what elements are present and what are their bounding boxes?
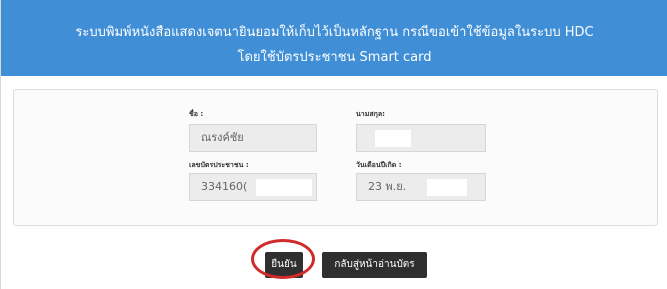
first-name-field[interactable]: ณรงค์ชัย	[189, 124, 317, 152]
redaction-mask	[256, 179, 312, 196]
page-frame: ระบบพิมพ์หนังสือแสดงเจตนายินยอมให้เก็บไว…	[0, 0, 667, 289]
header-title-line2: โดยใช้บัตรประชาชน Smart card	[237, 50, 432, 65]
back-to-card-reader-button[interactable]: กลับสู่หน้าอ่านบัตร	[322, 252, 427, 278]
header-title-line1: ระบบพิมพ์หนังสือแสดงเจตนายินยอมให้เก็บไว…	[75, 25, 594, 40]
birthdate-field[interactable]: 23 พ.ย.	[356, 173, 486, 201]
redaction-mask	[375, 130, 411, 147]
last-name-label: นามสกุล:	[356, 110, 385, 118]
card-info-panel: ชื่อ : ณรงค์ชัย นามสกุล: เลขบัตรประชาชน …	[13, 89, 658, 226]
first-name-value: ณรงค์ชัย	[201, 131, 244, 144]
last-name-field[interactable]	[356, 124, 486, 152]
id-number-value: 334160(	[201, 180, 248, 193]
redaction-mask	[427, 179, 467, 196]
birthdate-label: วันเดือนปีเกิด :	[356, 161, 402, 169]
page-header: ระบบพิมพ์หนังสือแสดงเจตนายินยอมให้เก็บไว…	[1, 0, 667, 76]
id-number-label: เลขบัตรประชาชน :	[189, 161, 249, 169]
confirm-button[interactable]: ยืนยัน	[265, 252, 303, 278]
birthdate-value: 23 พ.ย.	[368, 180, 407, 193]
first-name-label: ชื่อ :	[189, 110, 204, 118]
id-number-field[interactable]: 334160(	[189, 173, 317, 201]
